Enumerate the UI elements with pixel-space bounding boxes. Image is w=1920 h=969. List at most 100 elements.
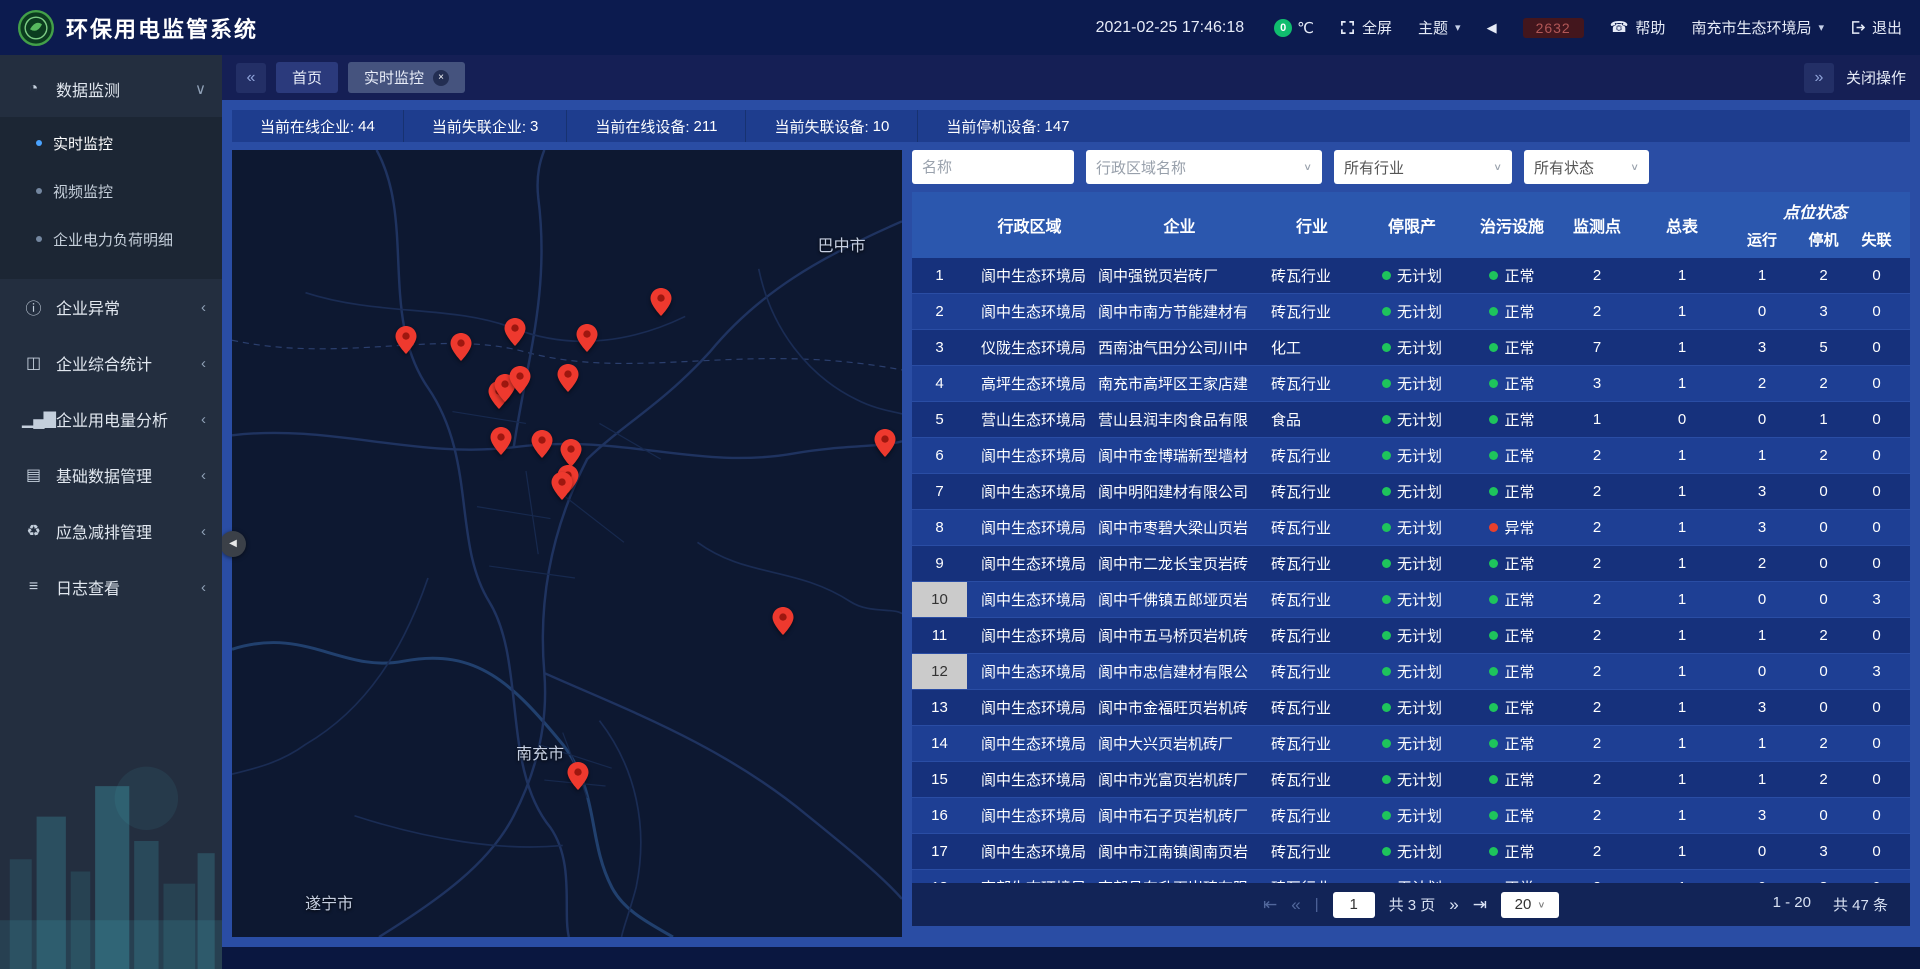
scroll-tabs-right-button[interactable]: » <box>1804 63 1834 93</box>
collapse-panel-button[interactable]: ◀ <box>220 531 246 557</box>
fullscreen-button[interactable]: 全屏 <box>1340 17 1392 38</box>
map-pin-icon[interactable] <box>504 318 525 351</box>
cell-facility-status: 正常 <box>1467 258 1557 293</box>
table-row[interactable]: 13阆中生态环境局阆中市金福旺页岩机砖砖瓦行业无计划正常21300 <box>912 690 1910 726</box>
cell-limit-status: 无计划 <box>1357 510 1467 545</box>
cell-lost-count: 0 <box>1850 618 1903 653</box>
map-pin-icon[interactable] <box>396 326 417 359</box>
status-dot-icon <box>1382 667 1391 676</box>
cell-total-meter: 1 <box>1637 834 1727 869</box>
map-pin-icon[interactable] <box>577 324 598 357</box>
cell-stopped-count: 2 <box>1797 438 1850 473</box>
table-row[interactable]: 6阆中生态环境局阆中市金博瑞新型墙材砖瓦行业无计划正常21120 <box>912 438 1910 474</box>
map-pin-icon[interactable] <box>451 333 472 366</box>
sidebar-item-emergency-reduction[interactable]: ♻应急减排管理‹ <box>0 503 222 559</box>
alert-count-badge[interactable]: 2632 <box>1523 18 1584 38</box>
sidebar-item-enterprise-stats[interactable]: ◫企业综合统计‹ <box>0 335 222 391</box>
help-button[interactable]: ☎ 帮助 <box>1610 17 1666 38</box>
map-pin-icon[interactable] <box>491 427 512 460</box>
table-row[interactable]: 10阆中生态环境局阆中千佛镇五郎垭页岩砖瓦行业无计划正常21003 <box>912 582 1910 618</box>
sidebar-subitem-realtime-monitor[interactable]: 实时监控 <box>0 119 222 167</box>
sidebar-item-base-data[interactable]: ▤基础数据管理‹ <box>0 447 222 503</box>
theme-dropdown[interactable]: 主题 ▾ <box>1418 17 1461 38</box>
column-header-lost: 失联 <box>1850 225 1903 258</box>
sidebar-item-log-view[interactable]: ≡日志查看‹ <box>0 559 222 615</box>
status-dot-icon <box>1382 595 1391 604</box>
cell-company: 西南油气田分公司川中 <box>1092 330 1267 365</box>
sidebar-item-enterprise-abnormal[interactable]: ⓘ企业异常‹ <box>0 279 222 335</box>
page-number-input[interactable] <box>1333 892 1375 918</box>
table-row[interactable]: 12阆中生态环境局阆中市忠信建材有限公砖瓦行业无计划正常21003 <box>912 654 1910 690</box>
cell-total-meter: 1 <box>1637 258 1727 293</box>
table-row[interactable]: 2阆中生态环境局阆中市南方节能建材有砖瓦行业无计划正常21030 <box>912 294 1910 330</box>
cell-index: 6 <box>912 438 967 473</box>
table-row[interactable]: 4高坪生态环境局南充市高坪区王家店建砖瓦行业无计划正常31220 <box>912 366 1910 402</box>
cell-index: 1 <box>912 258 967 293</box>
scroll-tabs-left-button[interactable]: « <box>236 63 266 93</box>
cell-filler <box>1903 366 1910 401</box>
region-filter-select[interactable]: 行政区域名称 ∨ <box>1086 150 1322 184</box>
table-row[interactable]: 17阆中生态环境局阆中市江南镇阆南页岩砖瓦行业无计划正常21030 <box>912 834 1910 870</box>
tab-realtime[interactable]: 实时监控× <box>348 62 465 93</box>
table-row[interactable]: 16阆中生态环境局阆中市石子页岩机砖厂砖瓦行业无计划正常21300 <box>912 798 1910 834</box>
org-dropdown[interactable]: 南充市生态环境局 ▾ <box>1691 17 1824 38</box>
map-pin-icon[interactable] <box>568 762 589 795</box>
sidebar-item-data-monitor[interactable]: ◔数据监测∨ <box>0 61 222 117</box>
pager-controls: ⇤ « | 共 3 页 » ⇥ 20 ∨ <box>1263 892 1559 918</box>
status-dot-icon <box>1382 739 1391 748</box>
close-operations-button[interactable]: 关闭操作 <box>1846 67 1906 88</box>
cell-limit-status: 无计划 <box>1357 474 1467 509</box>
logout-button[interactable]: 退出 <box>1850 17 1902 38</box>
cell-filler <box>1903 438 1910 473</box>
cell-running-count: 2 <box>1727 366 1797 401</box>
table-row[interactable]: 8阆中生态环境局阆中市枣碧大梁山页岩砖瓦行业无计划异常21300 <box>912 510 1910 546</box>
table-row[interactable]: 5营山生态环境局营山县润丰肉食品有限食品无计划正常10010 <box>912 402 1910 438</box>
cell-lost-count: 0 <box>1850 330 1903 365</box>
map-pin-icon[interactable] <box>551 472 572 505</box>
cell-facility-status: 正常 <box>1467 438 1557 473</box>
map-pin-icon[interactable] <box>532 430 553 463</box>
cell-company: 阆中市金福旺页岩机砖 <box>1092 690 1267 725</box>
map-pin-icon[interactable] <box>557 364 578 397</box>
table-row[interactable]: 1阆中生态环境局阆中强锐页岩砖厂砖瓦行业无计划正常21120 <box>912 258 1910 294</box>
map-pin-icon[interactable] <box>510 366 531 399</box>
cell-industry: 砖瓦行业 <box>1267 546 1357 581</box>
map-pin-icon[interactable] <box>874 429 895 462</box>
sidebar-subitem-video-monitor[interactable]: 视频监控 <box>0 167 222 215</box>
cell-running-count: 3 <box>1727 510 1797 545</box>
cell-filler <box>1903 726 1910 761</box>
last-page-button[interactable]: ⇥ <box>1473 895 1487 915</box>
map-pin-icon[interactable] <box>650 288 671 321</box>
cell-stopped-count: 1 <box>1797 402 1850 437</box>
map-panel[interactable]: 巴中市南充市遂宁市 ◀ <box>232 150 902 937</box>
first-page-button[interactable]: ⇤ <box>1263 895 1277 915</box>
sidebar-subitem-power-load-detail[interactable]: 企业电力负荷明细 <box>0 215 222 263</box>
table-row[interactable]: 9阆中生态环境局阆中市二龙长宝页岩砖砖瓦行业无计划正常21200 <box>912 546 1910 582</box>
cell-industry: 砖瓦行业 <box>1267 582 1357 617</box>
status-dot-icon <box>1382 451 1391 460</box>
table-row[interactable]: 14阆中生态环境局阆中大兴页岩机砖厂砖瓦行业无计划正常21120 <box>912 726 1910 762</box>
chevron-left-icon: ‹ <box>201 523 206 540</box>
next-page-button[interactable]: » <box>1449 895 1458 915</box>
temperature-unit: ℃ <box>1297 19 1314 37</box>
sidebar-item-power-analysis[interactable]: ▁▄▇企业用电量分析‹ <box>0 391 222 447</box>
table-row[interactable]: 7阆中生态环境局阆中明阳建材有限公司砖瓦行业无计划正常21300 <box>912 474 1910 510</box>
close-icon[interactable]: × <box>433 70 449 86</box>
table-row[interactable]: 18南部生态环境局南部县东升页岩砖有限砖瓦行业无计划正常21030 <box>912 870 1910 883</box>
prev-page-button[interactable]: « <box>1291 895 1300 915</box>
industry-filter-select[interactable]: 所有行业 ∨ <box>1334 150 1512 184</box>
map-pin-icon[interactable] <box>773 607 794 640</box>
status-filter-select[interactable]: 所有状态 ∨ <box>1524 150 1649 184</box>
range-label: 1 - 20 <box>1773 894 1811 915</box>
stats-bar: 当前在线企业: 44当前失联企业: 3当前在线设备: 211当前失联设备: 10… <box>232 110 1910 142</box>
table-row[interactable]: 3仪陇生态环境局西南油气田分公司川中化工无计划正常71350 <box>912 330 1910 366</box>
table-row[interactable]: 15阆中生态环境局阆中市光富页岩机砖厂砖瓦行业无计划正常21120 <box>912 762 1910 798</box>
table-row[interactable]: 11阆中生态环境局阆中市五马桥页岩机砖砖瓦行业无计划正常21120 <box>912 618 1910 654</box>
cell-stopped-count: 0 <box>1797 798 1850 833</box>
page-size-select[interactable]: 20 ∨ <box>1501 892 1559 918</box>
tab-home[interactable]: 首页 <box>276 62 338 93</box>
temperature-badge: 0 <box>1274 19 1292 37</box>
status-dot-icon <box>1382 379 1391 388</box>
name-filter-input[interactable] <box>912 150 1074 184</box>
status-dot-icon <box>1489 667 1498 676</box>
